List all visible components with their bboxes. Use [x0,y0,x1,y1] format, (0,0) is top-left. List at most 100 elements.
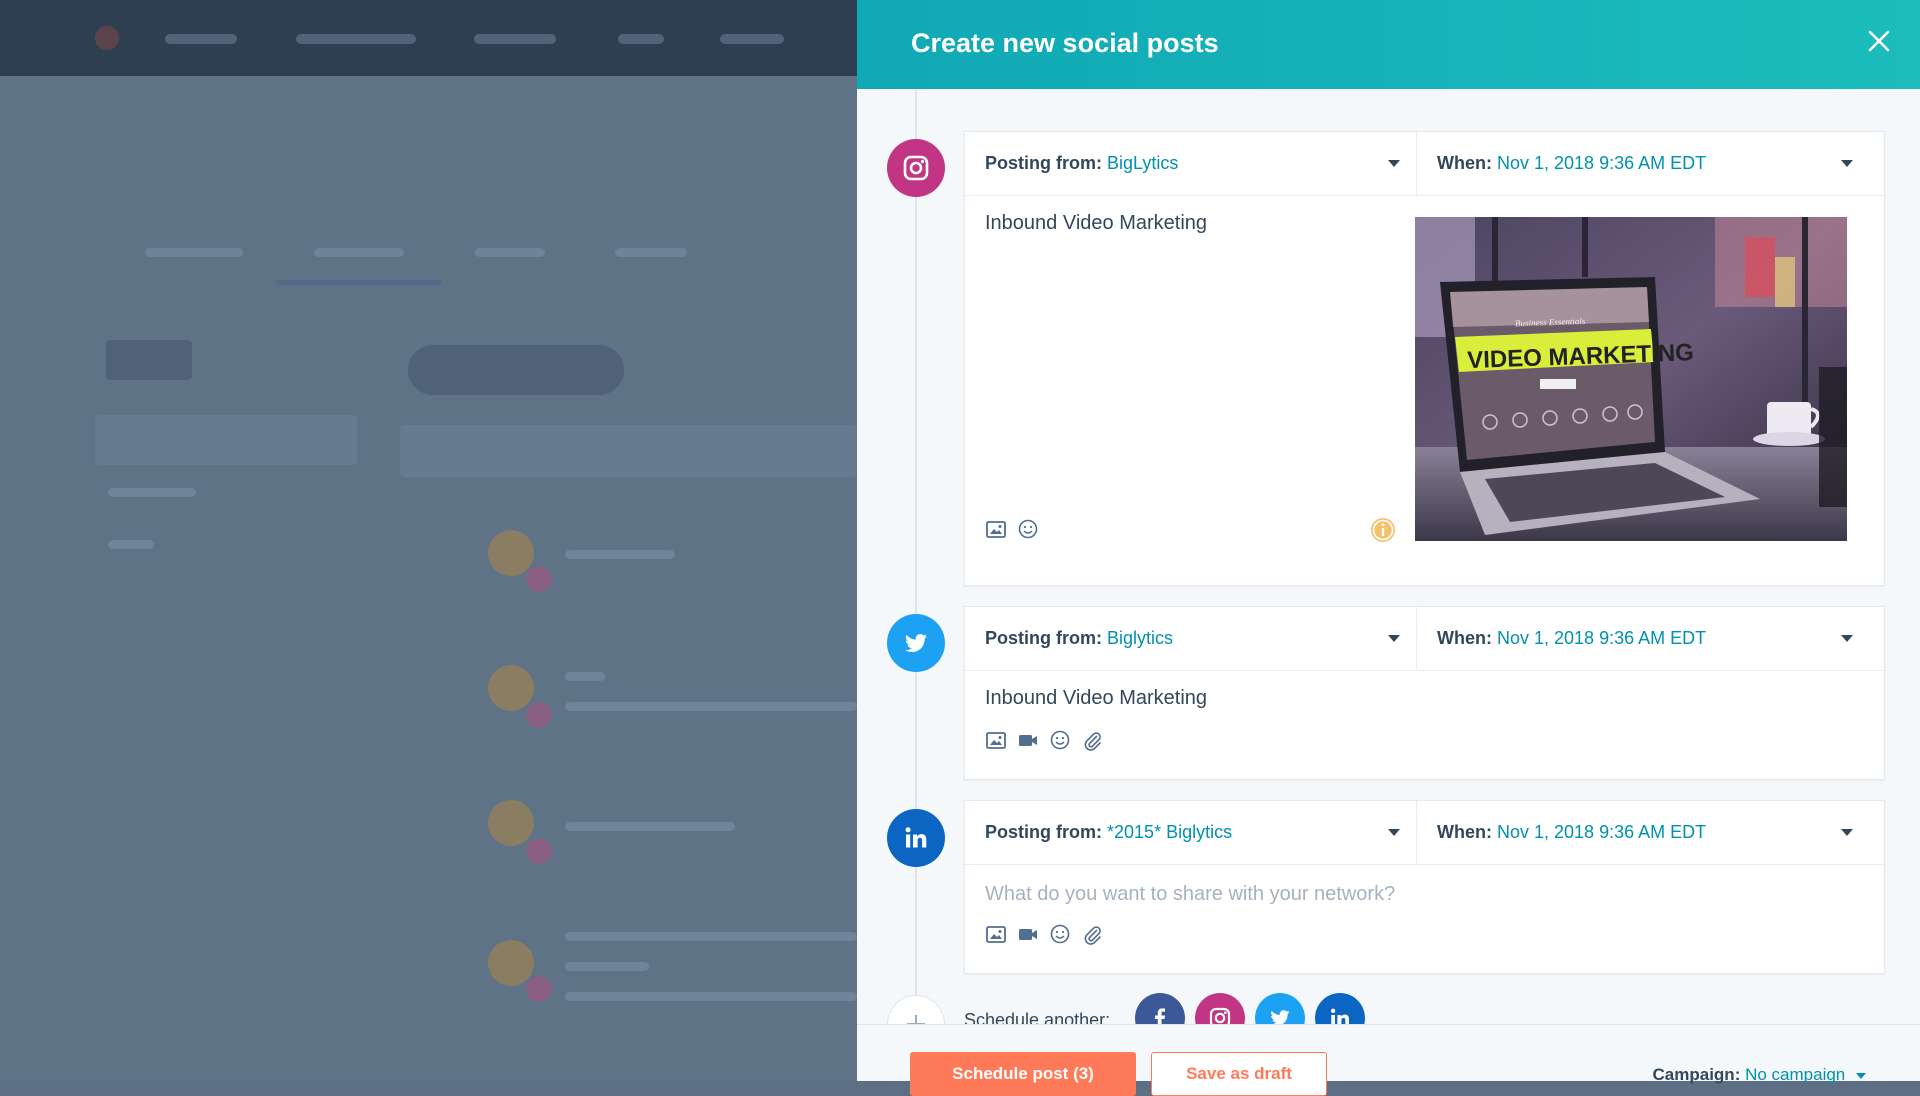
background-avatar [526,702,552,728]
when-dropdown[interactable]: When: Nov 1, 2018 9:36 AM EDT [1437,153,1706,174]
background-row-line [565,962,649,971]
image-icon [986,732,1006,749]
panel-title: Create new social posts [911,28,1219,58]
chevron-down-icon[interactable] [1841,829,1853,836]
campaign-dropdown[interactable]: Campaign: No campaign [1653,1065,1866,1085]
background-avatar [488,530,534,576]
posting-from-dropdown[interactable]: Posting from: Biglytics [985,628,1173,649]
paperclip-icon [1084,926,1101,945]
posting-from-account: *2015* Biglytics [1107,822,1233,842]
add-video-button[interactable] [1017,729,1039,751]
twitter-icon [905,634,927,653]
background-row-line [565,992,857,1001]
schedule-posts-button[interactable]: Schedule post (3) [910,1052,1136,1096]
close-button[interactable] [1862,24,1896,58]
campaign-label: Campaign: [1652,1065,1741,1084]
video-icon [1019,929,1037,940]
chevron-down-icon[interactable] [1841,635,1853,642]
post-text-input[interactable]: What do you want to share with your netw… [985,883,1395,906]
background-row-line [565,702,857,711]
chevron-down-icon[interactable] [1388,829,1400,836]
background-tab [475,248,545,257]
background-avatar [488,940,534,986]
background-tab-underline [276,280,442,285]
post-media-image[interactable]: VIDEO MARKETING Business Essentials [1415,217,1847,541]
attach-file-button[interactable] [1081,923,1103,945]
emoji-icon [1050,730,1070,750]
background-avatar [488,665,534,711]
close-icon [1868,30,1890,52]
linkedin-icon [905,827,927,848]
post-card-instagram: Posting from: BigLytics When: Nov 1, 201… [964,131,1885,586]
header-divider [1416,607,1417,670]
when-dropdown[interactable]: When: Nov 1, 2018 9:36 AM EDT [1437,822,1706,843]
background-nav-item [474,34,556,44]
background-avatar [488,800,534,846]
background-tab [615,248,687,257]
post-text-input[interactable]: Inbound Video Marketing [985,687,1207,710]
when-label: When: [1437,153,1492,173]
add-image-button[interactable] [985,923,1007,945]
background-avatar [526,566,552,592]
chevron-down-icon[interactable] [1388,635,1400,642]
when-label: When: [1437,822,1492,842]
post-card-header: Posting from: *2015* Biglytics When: Nov… [965,801,1884,865]
posting-from-label: Posting from: [985,822,1102,842]
background-nav [0,0,857,76]
header-divider [1416,132,1417,195]
paperclip-icon [1084,732,1101,751]
background-nav-item [618,34,664,44]
add-emoji-button[interactable] [1049,923,1071,945]
background-row-line [565,550,675,559]
instagram-network-icon [887,139,945,197]
background-tab [314,248,404,257]
linkedin-network-icon [887,809,945,867]
when-date: Nov 1, 2018 9:36 AM EDT [1497,822,1707,842]
posting-from-dropdown[interactable]: Posting from: *2015* Biglytics [985,822,1232,843]
when-label: When: [1437,628,1492,648]
posting-from-account: BigLytics [1107,153,1179,173]
posting-from-dropdown[interactable]: Posting from: BigLytics [985,153,1178,174]
chevron-down-icon[interactable] [1841,160,1853,167]
post-text-input[interactable]: Inbound Video Marketing [985,212,1207,235]
info-warning-button[interactable] [1369,516,1397,544]
panel-footer: Schedule post (3) Save as draft Campaign… [857,1024,1920,1096]
background-toggle [106,340,192,380]
twitter-network-icon [887,614,945,672]
background-app [0,0,857,1080]
add-emoji-button[interactable] [1017,518,1039,540]
chevron-down-icon [1856,1072,1866,1079]
background-row-line [565,672,605,681]
background-nav-item [165,34,237,44]
info-icon [1371,518,1395,542]
background-logo [95,26,119,50]
background-filter [408,345,624,395]
emoji-icon [1018,519,1038,539]
post-card-header: Posting from: BigLytics When: Nov 1, 201… [965,132,1884,196]
post-card-header: Posting from: Biglytics When: Nov 1, 201… [965,607,1884,671]
instagram-icon [903,155,929,181]
video-marketing-image: VIDEO MARKETING Business Essentials [1415,217,1847,541]
create-posts-panel: Create new social posts Posting from: Bi… [857,0,1920,1096]
post-card-linkedin: Posting from: *2015* Biglytics When: Nov… [964,800,1885,974]
posting-from-account: Biglytics [1107,628,1174,648]
add-video-button[interactable] [1017,923,1039,945]
background-sidebar-item [108,488,196,497]
attach-file-button[interactable] [1081,729,1103,751]
image-icon [986,521,1006,538]
background-nav-item [720,34,784,44]
campaign-value: No campaign [1745,1065,1846,1084]
add-emoji-button[interactable] [1049,729,1071,751]
when-date: Nov 1, 2018 9:36 AM EDT [1497,628,1707,648]
add-image-button[interactable] [985,729,1007,751]
chevron-down-icon[interactable] [1388,160,1400,167]
save-draft-button[interactable]: Save as draft [1151,1052,1327,1096]
post-card-twitter: Posting from: Biglytics When: Nov 1, 201… [964,606,1885,780]
video-icon [1019,735,1037,746]
when-dropdown[interactable]: When: Nov 1, 2018 9:36 AM EDT [1437,628,1706,649]
background-avatar [526,838,552,864]
background-nav-item [296,34,416,44]
header-divider [1416,801,1417,864]
add-image-button[interactable] [985,518,1007,540]
background-avatar [526,976,552,1002]
